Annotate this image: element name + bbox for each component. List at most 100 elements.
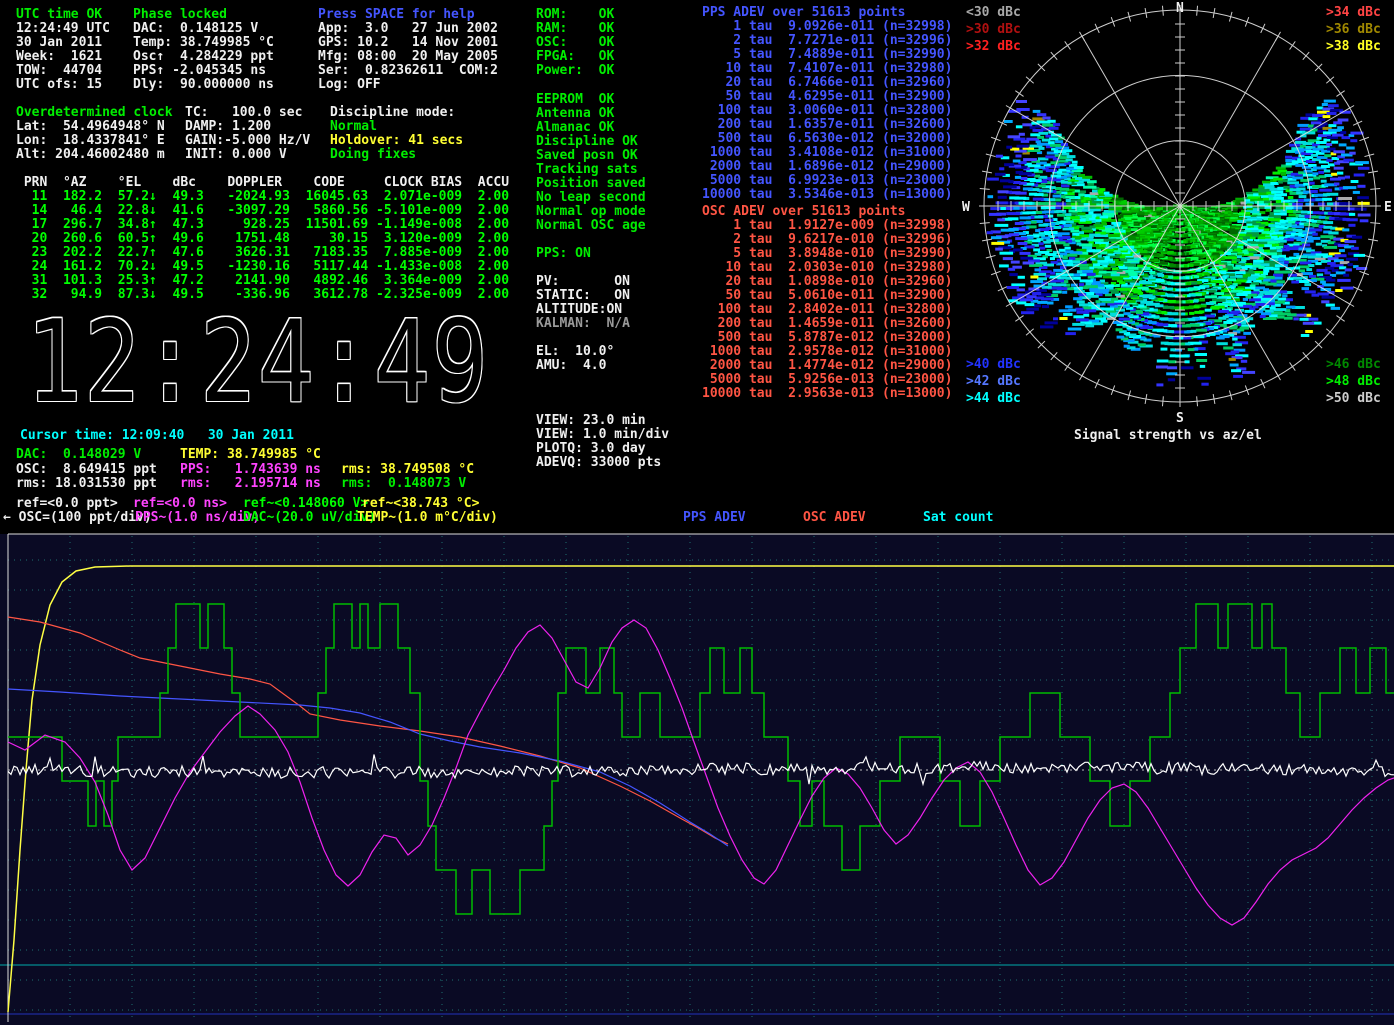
text-line: OSC: 8.649415 pptPPS: 1.743639 nsrms: 38… [0,463,700,477]
text-run: ref=<0.0 ns> [133,497,227,511]
text-line: Almanac OK [536,121,646,135]
text-line: EL: 10.0° [536,345,614,359]
text-line: PPS↑ -2.045345 ns [133,64,274,78]
text-line: Normal OSC age [536,219,646,233]
satellite-table: PRN °AZ °EL dBc DOPPLER CODE CLOCK BIAS … [16,176,509,302]
legend-item: >42 dBc [966,373,1021,390]
main-strip-chart[interactable] [0,530,1394,1025]
text-line: Antenna OK [536,107,646,121]
text-line: Tracking sats [536,163,646,177]
text-line: No leap second [536,191,646,205]
loop-params-block: TC: 100.0 secDAMP: 1.200GAIN:-5.000 Hz/V… [185,106,310,162]
text-line: Position saved [536,177,646,191]
table-row: 31 101.3 25.3↑ 47.2 2141.90 4892.46 3.36… [16,274,509,288]
table-row: 14 46.4 22.8↓ 41.6 -3097.29 5860.56 -5.1… [16,204,509,218]
text-line: Temp: 38.749985 °C [133,36,274,50]
adev-row: 2 tau 7.7271e-011 (n=32996) [702,34,952,48]
text-line: Alt: 204.46002480 m [16,148,173,162]
legend-item: >46 dBc [1326,356,1381,373]
cardinal-label-n: N [1176,1,1184,16]
text-run: ref=<0.0 ppt> [16,497,118,511]
table-row: 24 161.2 70.2↓ 49.5 -1230.16 5117.44 -1.… [16,260,509,274]
text-line: OSC: OK [536,36,614,50]
adev-row: 500 tau 5.8787e-012 (n=32000) [702,331,952,345]
adev-row: 2000 tau 1.4774e-012 (n=29000) [702,359,952,373]
polar-grid [979,5,1381,407]
legend-item: >38 dBc [1326,38,1381,55]
text-line: UTC time OK [16,8,110,22]
text-line: STATIC: ON [536,289,630,303]
text-line: Overdetermined clock [16,106,173,120]
utc-status-block: UTC time OK12:24:49 UTC30 Jan 2011Week: … [16,8,110,92]
text-line: ref=<0.0 ppt> ref=<0.0 ns> ref~<0.148060 V… [0,497,1394,511]
adev-row: 5000 tau 6.9923e-013 (n=23000) [702,174,952,188]
text-run: PPS ADEV [683,511,746,525]
legend-item: >36 dBc [1326,21,1381,38]
text-line: Discipline OK [536,135,646,149]
discipline-mode-block: Discipline mode:NormalHoldover: 41 secsD… [330,106,463,162]
text-run: TEMP: 38.749985 °C [180,448,321,462]
text-run: ← OSC=(100 ppt/div) [3,511,152,525]
text-line: Phase locked [133,8,274,22]
adev-row: 20 tau 6.7466e-011 (n=32960) [702,76,952,90]
text-line: GAIN:-5.000 Hz/V [185,134,310,148]
text-line: AMU: 4.0 [536,359,614,373]
legend-item: >50 dBc [1326,390,1381,407]
text-line: rms: 18.031530 pptrms: 2.195714 nsrms: 0… [0,477,700,491]
text-line: Mfg: 08:00 20 May 2005 [318,50,498,64]
text-line: Osc↑ 4.284229 ppt [133,50,274,64]
adev-row: 100 tau 2.8402e-011 (n=32800) [702,303,952,317]
adev-row: 10000 tau 3.5346e-013 (n=13000) [702,188,952,202]
adev-row: 500 tau 6.5630e-012 (n=32000) [702,132,952,146]
text-run: rms: 2.195714 ns [180,477,321,491]
text-line: PV: ON [536,275,630,289]
text-line: Lat: 54.4964948° N [16,120,173,134]
text-run: ref~<0.148060 V> [243,497,368,511]
text-line: DAC: 0.148125 V [133,22,274,36]
dbc-legend-bottom-right: >46 dBc>48 dBc>50 dBc [1326,356,1381,407]
receiver-status-block: ROM: OKRAM: OKOSC: OKFPGA: OKPower: OK [536,8,614,78]
adev-title: PPS ADEV over 51613 points [702,6,952,20]
text-run: Sat count [923,511,993,525]
legend-item: <30 dBc [966,4,1021,21]
adev-row: 1 tau 9.0926e-011 (n=32998) [702,20,952,34]
text-line: RAM: OK [536,22,614,36]
pps-status: PPS: ON [536,247,591,261]
text-run: OSC ADEV [803,511,866,525]
text-run: rms: 18.031530 ppt [16,477,157,491]
text-line: INIT: 0.000 V [185,148,310,162]
adev-row: 1000 tau 3.4108e-012 (n=31000) [702,146,952,160]
adev-row: 1000 tau 2.9578e-012 (n=31000) [702,345,952,359]
text-line: 30 Jan 2011 [16,36,110,50]
text-line: DAMP: 1.200 [185,120,310,134]
legend-item: >34 dBc [1326,4,1381,21]
text-line: Power: OK [536,64,614,78]
adev-row: 5000 tau 5.9256e-013 (n=23000) [702,373,952,387]
text-line: App: 3.0 27 Jun 2002 [318,22,498,36]
text-line: Press SPACE for help [318,8,498,22]
text-line: Cursor time: 12:09:40 30 Jan 2011 [0,429,700,443]
text-line: Normal op mode [536,205,646,219]
adev-row: 2000 tau 1.6896e-012 (n=29000) [702,160,952,174]
text-run: PPS~(1.0 ns/div) [135,511,260,525]
adev-row: 10 tau 2.0303e-010 (n=32980) [702,261,952,275]
adev-row: 50 tau 5.0610e-011 (n=32900) [702,289,952,303]
position-block: Overdetermined clockLat: 54.4964948° NLo… [16,106,173,162]
text-line: Holdover: 41 secs [330,134,463,148]
dbc-legend-top-left: <30 dBc>30 dBc>32 dBc [966,4,1021,55]
adev-row: 10000 tau 2.9563e-013 (n=13000) [702,387,952,401]
text-line: VIEW: 23.0 min [536,414,669,428]
polar-caption: Signal strength vs az/el [1074,428,1262,443]
adev-row: 100 tau 3.0060e-011 (n=32800) [702,104,952,118]
adev-row: 50 tau 4.6295e-011 (n=32900) [702,90,952,104]
lady-heather-app: UTC time OK12:24:49 UTC30 Jan 2011Week: … [0,0,1394,1025]
adev-row: 5 tau 3.8948e-010 (n=32990) [702,247,952,261]
text-line: UTC ofs: 15 [16,78,110,92]
text-run: OSC: 8.649415 ppt [16,463,157,477]
text-line: GPS: 10.2 14 Nov 2001 [318,36,498,50]
cardinal-label-e: E [1384,200,1392,215]
elevation-mask-block: EL: 10.0°AMU: 4.0 [536,345,614,373]
table-row: 23 202.2 22.7↑ 47.6 3626.31 7183.35 7.88… [16,246,509,260]
text-line: Normal [330,120,463,134]
adev-row: 200 tau 1.4659e-011 (n=32600) [702,317,952,331]
